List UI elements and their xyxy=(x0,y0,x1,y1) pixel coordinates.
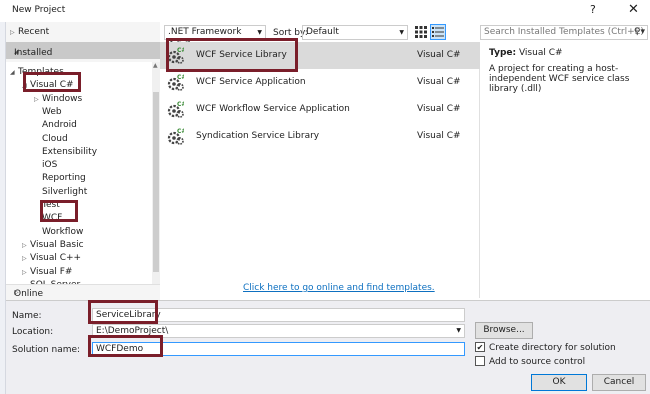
highlight-selected-template xyxy=(166,38,298,72)
wcf-project-icon: C# xyxy=(167,128,184,145)
template-language: Visual C# xyxy=(417,77,461,87)
list-view-button[interactable] xyxy=(430,24,446,40)
wcf-project-icon: C# xyxy=(167,74,184,91)
expand-icon[interactable]: ▷ xyxy=(22,239,30,252)
scroll-up-icon[interactable]: ▲ xyxy=(153,62,158,69)
location-label: Location: xyxy=(12,327,54,337)
tree-item-label: Android xyxy=(42,120,77,131)
tree-item[interactable]: ▷ Visual F# xyxy=(22,266,72,279)
tree-item-label: Silverlight xyxy=(42,186,88,197)
tree-item[interactable]: Extensibility xyxy=(34,146,97,159)
tree-item-label: Visual C++ xyxy=(30,253,82,264)
template-name: Syndication Service Library xyxy=(196,131,320,141)
tree-item[interactable]: Reporting xyxy=(34,172,86,185)
installed-section[interactable]: ◢ Installed xyxy=(6,42,160,59)
highlight-visual-csharp xyxy=(23,72,81,92)
type-value: Visual C# xyxy=(518,48,563,58)
create-directory-label: Create directory for solution xyxy=(489,343,616,353)
online-section[interactable]: ▷ Online xyxy=(6,284,160,300)
template-name: WCF Service Application xyxy=(196,77,306,87)
create-directory-checkbox[interactable]: ✔ xyxy=(475,342,485,352)
tree-item[interactable]: Workflow xyxy=(34,226,83,239)
tree-item-label: iOS xyxy=(42,160,58,171)
sort-dropdown[interactable]: Default ▼ xyxy=(302,25,408,40)
close-button[interactable]: ✕ xyxy=(628,2,639,17)
tree-item[interactable]: ▷ Windows xyxy=(34,93,82,106)
source-control-checkbox[interactable] xyxy=(475,356,485,366)
expand-icon[interactable]: ▷ xyxy=(22,252,30,265)
template-item[interactable]: C# WCF Service Application Visual C# xyxy=(160,69,480,96)
template-description: A project for creating a host-independen… xyxy=(489,64,630,94)
svg-text:C#: C# xyxy=(177,128,184,135)
template-language: Visual C# xyxy=(417,104,461,114)
template-description-pane: Type: Visual C# A project for creating a… xyxy=(481,42,650,298)
search-icon[interactable]: ⚲▾ xyxy=(634,26,645,39)
expand-icon[interactable]: ◢ xyxy=(10,66,18,79)
tree-item-label: Windows xyxy=(42,93,83,104)
help-button[interactable]: ? xyxy=(590,3,596,16)
tree-item-label: Web xyxy=(42,106,62,117)
recent-label: Recent xyxy=(18,27,50,37)
chevron-down-icon: ▼ xyxy=(456,327,461,334)
template-language: Visual C# xyxy=(417,50,461,60)
svg-text:C#: C# xyxy=(177,101,184,108)
ok-button[interactable]: OK xyxy=(531,374,587,391)
tree-item[interactable]: ▷ Visual Basic xyxy=(22,239,84,252)
scrollbar-thumb[interactable] xyxy=(153,92,159,272)
recent-section[interactable]: ▷ Recent xyxy=(10,27,49,37)
tree-item-label: Reporting xyxy=(42,173,86,184)
template-list: C#Syndication Service LibraryVisual C#C#… xyxy=(160,42,480,298)
template-search-input[interactable]: Search Installed Templates (Ctrl+E) ⚲▾ xyxy=(480,25,648,40)
tree-item[interactable]: Web xyxy=(34,106,62,119)
type-label: Type: xyxy=(489,48,517,58)
online-templates-link[interactable]: Click here to go online and find templat… xyxy=(243,283,435,293)
tree-item[interactable]: iOS xyxy=(34,159,57,172)
highlight-wcf-category xyxy=(40,200,78,222)
expand-icon[interactable]: ▷ xyxy=(34,93,42,106)
window-title: New Project xyxy=(12,5,66,15)
cancel-button[interactable]: Cancel xyxy=(592,374,646,391)
template-item[interactable]: C# WCF Workflow Service Application Visual… xyxy=(160,96,480,123)
tree-item-label: Visual F# xyxy=(30,266,73,277)
list-view-icon xyxy=(432,27,444,37)
tree-item-label: Extensibility xyxy=(42,146,98,157)
tree-item[interactable]: ▷ Visual C++ xyxy=(22,252,81,265)
name-label: Name: xyxy=(12,311,42,321)
search-placeholder: Search Installed Templates (Ctrl+E) xyxy=(484,27,644,37)
expand-icon: ▷ xyxy=(10,29,15,36)
template-type: Type: Visual C# xyxy=(489,48,563,58)
online-label: Online xyxy=(14,289,44,299)
tree-item-label: Workflow xyxy=(42,226,84,237)
tree-item[interactable]: Android xyxy=(34,119,77,132)
source-control-label: Add to source control xyxy=(489,357,586,367)
checkmark-icon: ✔ xyxy=(476,343,484,352)
highlight-solution-name xyxy=(88,335,163,357)
highlight-project-name xyxy=(88,300,158,324)
wcf-project-icon: C# xyxy=(167,101,184,118)
category-tree: ◢ Templates ◢ Visual C# ▷ Windows Web Android Cl… xyxy=(6,62,152,298)
expand-icon[interactable]: ▷ xyxy=(22,266,30,279)
sort-value: Default xyxy=(306,27,339,37)
tree-item[interactable]: Cloud xyxy=(34,133,68,146)
tree-item-label: Visual Basic xyxy=(30,239,84,250)
chevron-down-icon: ▼ xyxy=(399,29,404,36)
tree-scrollbar[interactable]: ▲ ▼ xyxy=(152,62,160,298)
browse-button[interactable]: Browse... xyxy=(475,322,533,339)
solution-name-label: Solution name: xyxy=(12,345,81,355)
tree-item-label: Cloud xyxy=(42,133,68,144)
title-bar: New Project ? ✕ xyxy=(0,0,650,22)
template-name: WCF Workflow Service Application xyxy=(196,104,350,114)
template-item[interactable]: C# Syndication Service Library Visual C# xyxy=(160,123,480,150)
tree-item[interactable]: Silverlight xyxy=(34,186,87,199)
template-language: Visual C# xyxy=(417,131,461,141)
installed-label: Installed xyxy=(14,48,53,58)
grid-view-icon[interactable] xyxy=(414,25,428,39)
svg-text:C#: C# xyxy=(177,74,184,81)
template-category-pane: ▷ Recent ◢ Installed ◢ Templates ◢ Visual C# ▷… xyxy=(6,22,160,300)
